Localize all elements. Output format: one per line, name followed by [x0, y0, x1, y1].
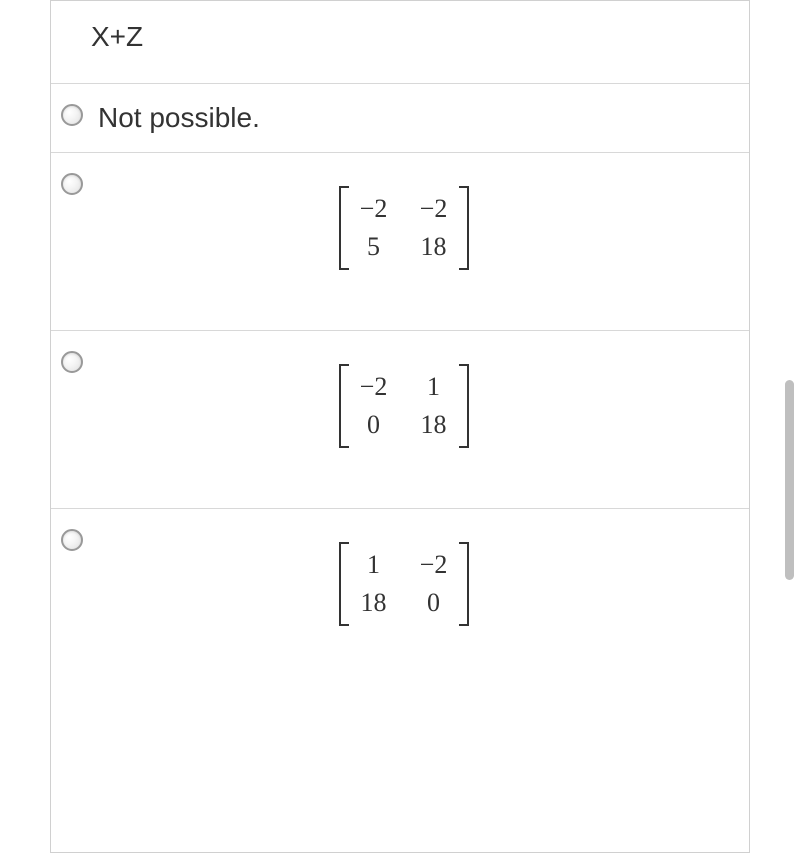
matrix-wrap: −2 1 0 18 — [98, 349, 709, 448]
matrix-cell: 5 — [359, 232, 389, 262]
matrix-cell: 18 — [419, 410, 449, 440]
matrix-cell: −2 — [419, 194, 449, 224]
matrix-wrap: 1 −2 18 0 — [98, 527, 709, 626]
bracket-left — [339, 186, 349, 270]
matrix-body: −2 1 0 18 — [349, 364, 459, 448]
matrix-cell: 0 — [359, 410, 389, 440]
matrix: 1 −2 18 0 — [339, 542, 469, 626]
matrix-cell: −2 — [419, 550, 449, 580]
matrix-cell: 18 — [359, 588, 389, 618]
matrix-wrap: −2 −2 5 18 — [98, 171, 709, 270]
matrix-body: 1 −2 18 0 — [349, 542, 459, 626]
scrollbar-thumb[interactable] — [785, 380, 794, 580]
option-matrix-1[interactable]: −2 −2 5 18 — [51, 152, 749, 330]
matrix-cell: −2 — [359, 372, 389, 402]
matrix-body: −2 −2 5 18 — [349, 186, 459, 270]
radio-button[interactable] — [61, 351, 83, 373]
bracket-left — [339, 364, 349, 448]
matrix-cell: 1 — [419, 372, 449, 402]
option-label: Not possible. — [98, 102, 260, 134]
matrix-cell: 0 — [419, 588, 449, 618]
option-matrix-2[interactable]: −2 1 0 18 — [51, 330, 749, 508]
radio-button[interactable] — [61, 104, 83, 126]
radio-button[interactable] — [61, 529, 83, 551]
matrix-cell: −2 — [359, 194, 389, 224]
matrix: −2 1 0 18 — [339, 364, 469, 448]
bracket-left — [339, 542, 349, 626]
bracket-right — [459, 186, 469, 270]
matrix-cell: 1 — [359, 550, 389, 580]
option-matrix-3[interactable]: 1 −2 18 0 — [51, 508, 749, 686]
question-prompt: X+Z — [51, 1, 749, 83]
question-container: X+Z Not possible. −2 −2 5 18 — [50, 0, 750, 853]
matrix: −2 −2 5 18 — [339, 186, 469, 270]
option-not-possible[interactable]: Not possible. — [51, 83, 749, 152]
matrix-cell: 18 — [419, 232, 449, 262]
radio-button[interactable] — [61, 173, 83, 195]
bracket-right — [459, 542, 469, 626]
bracket-right — [459, 364, 469, 448]
